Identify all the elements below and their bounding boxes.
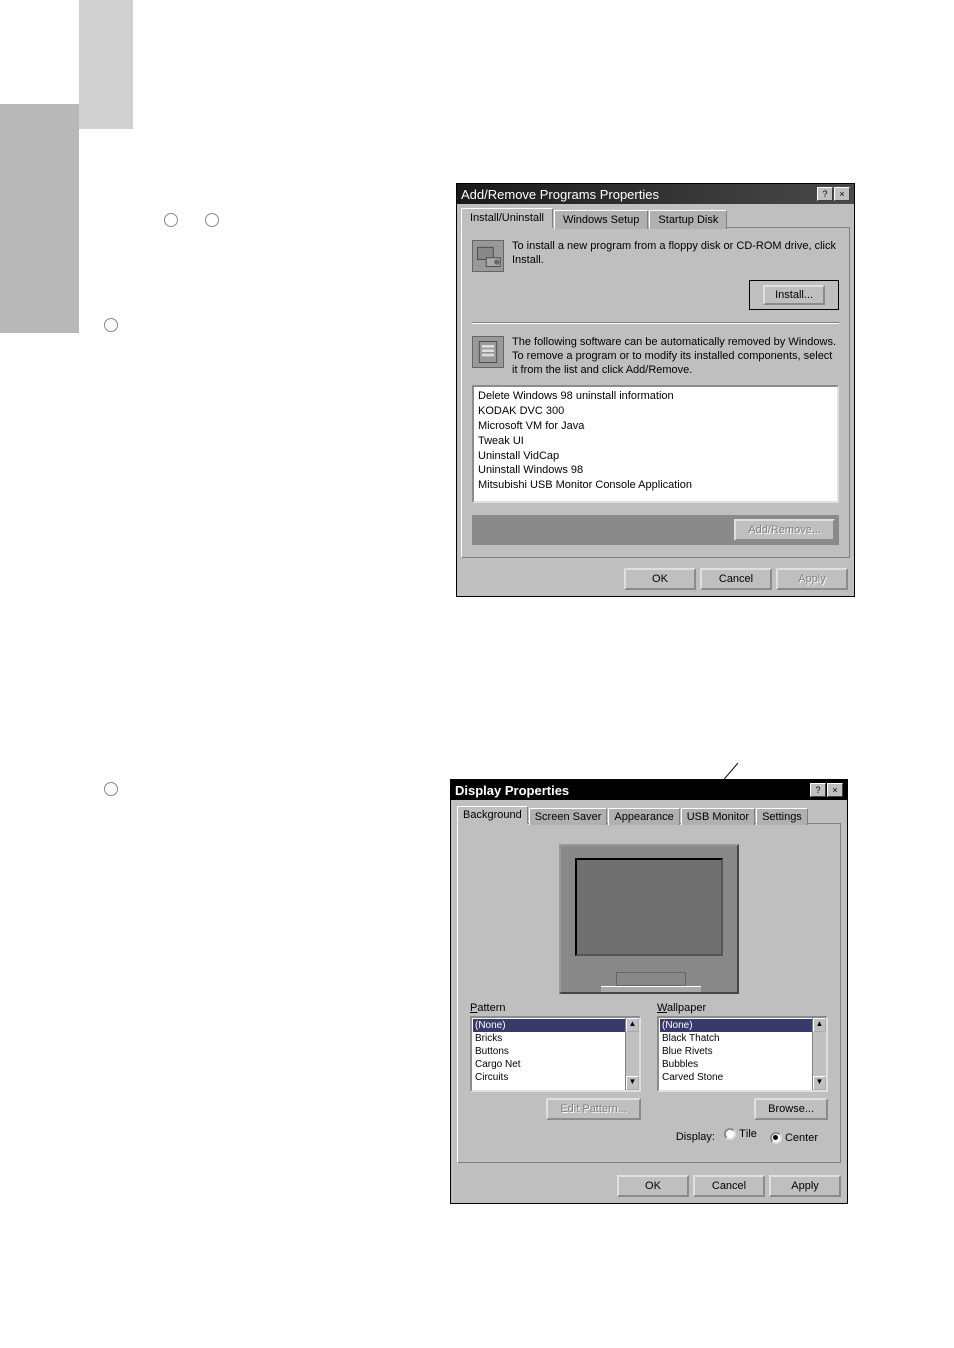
tab-usb-monitor[interactable]: USB Monitor [681,808,755,825]
cancel-button[interactable]: Cancel [700,568,772,590]
list-item[interactable]: Circuits [473,1071,638,1084]
list-item[interactable]: Mitsubishi USB Monitor Console Applicati… [476,478,835,493]
titlebar[interactable]: Add/Remove Programs Properties ? × [457,184,854,204]
list-item[interactable]: (None) [660,1019,825,1032]
list-item[interactable]: (None) [473,1019,638,1032]
add-remove-programs-dialog: Add/Remove Programs Properties ? × Insta… [456,183,855,597]
bullet [104,316,123,334]
tab-windows-setup[interactable]: Windows Setup [554,210,648,229]
remove-description: The following software can be automatica… [512,336,839,377]
preview-screen [575,858,723,956]
monitor-preview [559,844,739,994]
circle-icon [104,318,118,332]
tile-radio[interactable]: Tile [724,1128,757,1140]
apply-button[interactable]: Apply [769,1175,841,1197]
bullet [104,780,123,798]
tab-appearance[interactable]: Appearance [608,808,679,825]
tabs: Install/Uninstall Windows Setup Startup … [461,208,850,227]
decorative-block-top [79,0,133,129]
list-item[interactable]: Carved Stone [660,1071,825,1084]
tab-screen-saver[interactable]: Screen Saver [529,808,608,825]
circle-icon [205,213,219,227]
tab-settings[interactable]: Settings [756,808,808,825]
monitor-base [601,986,701,992]
install-icon [472,240,504,272]
pattern-label: Pattern [470,1002,641,1014]
divider [472,322,839,324]
list-item[interactable]: Blue Rivets [660,1045,825,1058]
ok-button[interactable]: OK [617,1175,689,1197]
dialog-buttons: OK Cancel Apply [451,1169,847,1203]
tab-startup-disk[interactable]: Startup Disk [649,210,727,229]
center-radio[interactable]: Center [770,1132,818,1144]
tab-panel: To install a new program from a floppy d… [461,227,850,558]
list-item[interactable]: Uninstall Windows 98 [476,463,835,478]
tab-background[interactable]: Background [457,806,528,824]
edit-pattern-button: Edit Pattern... [546,1098,641,1120]
install-button[interactable]: Install... [749,280,839,310]
apply-button: Apply [776,568,848,590]
circle-icon [164,213,178,227]
circle-icon [104,782,118,796]
add-remove-button: Add/Remove... [734,519,835,541]
help-button[interactable]: ? [817,187,833,201]
list-item[interactable]: Cargo Net [473,1058,638,1071]
list-item[interactable]: Uninstall VidCap [476,449,835,464]
tabs: Background Screen Saver Appearance USB M… [457,806,841,823]
cancel-button[interactable]: Cancel [693,1175,765,1197]
list-item[interactable]: Tweak UI [476,434,835,449]
list-item[interactable]: KODAK DVC 300 [476,404,835,419]
display-label: Display: [676,1131,715,1143]
browse-button[interactable]: Browse... [754,1098,828,1120]
remove-icon [472,336,504,368]
scrollbar[interactable]: ▲▼ [812,1018,826,1090]
close-button[interactable]: × [834,187,850,201]
list-item[interactable]: Bricks [473,1032,638,1045]
decorative-block-left [0,104,79,333]
install-description: To install a new program from a floppy d… [512,240,839,268]
scrollbar[interactable]: ▲▼ [625,1018,639,1090]
titlebar[interactable]: Display Properties ? × [451,780,847,800]
monitor-stand [616,972,686,986]
window-title: Add/Remove Programs Properties [461,187,816,202]
list-item[interactable]: Delete Windows 98 uninstall information [476,389,835,404]
pattern-list[interactable]: (None) Bricks Buttons Cargo Net Circuits… [470,1016,641,1092]
list-item[interactable]: Bubbles [660,1058,825,1071]
list-item[interactable]: Microsoft VM for Java [476,419,835,434]
close-button[interactable]: × [827,783,843,797]
ok-button[interactable]: OK [624,568,696,590]
window-title: Display Properties [455,783,809,798]
wallpaper-list[interactable]: (None) Black Thatch Blue Rivets Bubbles … [657,1016,828,1092]
programs-list[interactable]: Delete Windows 98 uninstall information … [472,385,839,503]
list-item[interactable]: Buttons [473,1045,638,1058]
display-properties-dialog: Display Properties ? × Background Screen… [450,779,848,1204]
wallpaper-label: Wallpaper [657,1002,828,1014]
dialog-buttons: OK Cancel Apply [457,562,854,596]
tab-panel: Pattern (None) Bricks Buttons Cargo Net … [457,823,841,1163]
help-button[interactable]: ? [810,783,826,797]
list-item[interactable]: Black Thatch [660,1032,825,1045]
bullet-row [164,211,224,229]
tab-install-uninstall[interactable]: Install/Uninstall [461,208,553,228]
